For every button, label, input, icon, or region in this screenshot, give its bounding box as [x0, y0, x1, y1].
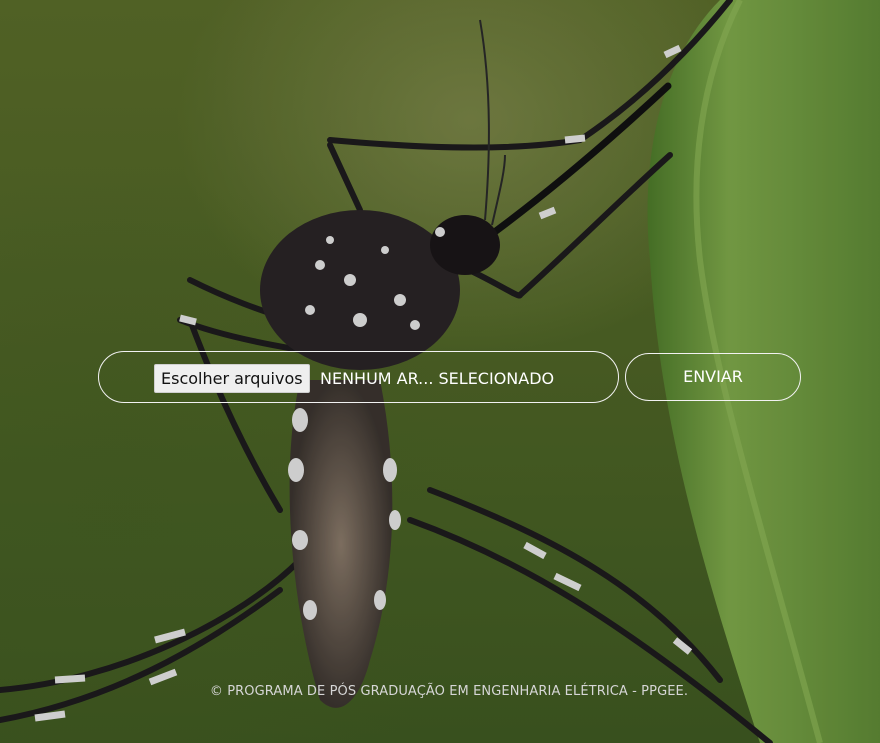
- footer-copyright: © PROGRAMA DE PÓS GRADUAÇÃO EM ENGENHARI…: [209, 684, 689, 699]
- choose-files-button[interactable]: Escolher arquivos: [154, 364, 310, 393]
- upload-form: Escolher arquivos NENHUM AR... SELECIONA…: [98, 351, 802, 405]
- file-input-field[interactable]: Escolher arquivos NENHUM AR... SELECIONA…: [98, 351, 619, 403]
- submit-button[interactable]: ENVIAR: [625, 353, 801, 401]
- file-selection-status: NENHUM AR... SELECIONADO: [320, 369, 555, 388]
- page: Escolher arquivos NENHUM AR... SELECIONA…: [0, 0, 880, 743]
